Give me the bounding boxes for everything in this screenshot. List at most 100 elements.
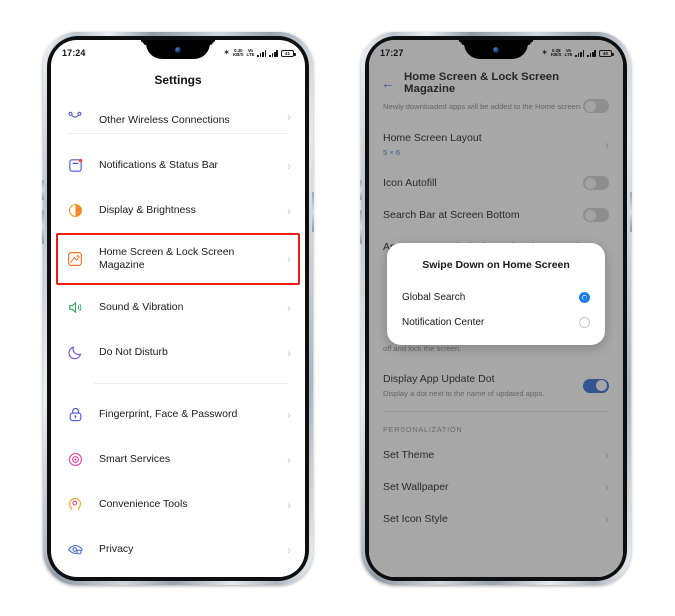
settings-row-fingerprint[interactable]: Fingerprint, Face & Password › bbox=[51, 392, 305, 437]
wireless-connections-icon bbox=[64, 105, 86, 124]
row-set-wallpaper[interactable]: Set Wallpaper › bbox=[369, 471, 623, 503]
row-title: Display App Update Dot bbox=[383, 373, 495, 385]
row-search-bar-bottom[interactable]: Search Bar at Screen Bottom bbox=[369, 199, 623, 231]
convenience-tools-icon bbox=[64, 494, 86, 516]
volte-icon: Vo LTE bbox=[246, 47, 255, 57]
toggle-search-bar[interactable] bbox=[583, 208, 609, 222]
row-display-app-update-dot[interactable]: Display App Update Dot Display a dot nex… bbox=[369, 363, 623, 408]
signal-bars-icon-right-2 bbox=[587, 49, 596, 57]
chevron-right-icon: › bbox=[287, 407, 291, 422]
row-set-icon-style[interactable]: Set Icon Style › bbox=[369, 503, 623, 535]
bluetooth-icon-right: ✶ bbox=[541, 48, 548, 57]
battery-icon-right: 40 bbox=[599, 49, 614, 57]
dialog-option-notification-center[interactable]: Notification Center bbox=[387, 310, 605, 335]
settings-row-do-not-disturb[interactable]: Do Not Disturb › bbox=[51, 330, 305, 375]
battery-icon: 41 bbox=[281, 49, 296, 57]
toggle-icon-autofill[interactable] bbox=[583, 176, 609, 190]
chevron-right-icon: › bbox=[605, 137, 609, 152]
toggle-app-update-dot[interactable] bbox=[583, 378, 609, 393]
radio-button-selected[interactable] bbox=[579, 292, 590, 303]
power-button[interactable] bbox=[312, 192, 314, 232]
left-status-bar: 17:24 ✶ 0.30 KB/S Vo LTE 41 bbox=[51, 40, 305, 66]
toggle-newly-downloaded[interactable] bbox=[583, 99, 609, 113]
sound-vibration-icon bbox=[64, 297, 86, 319]
settings-row-label: Convenience Tools bbox=[99, 498, 188, 510]
row-subtitle: Display a dot next to the name of update… bbox=[383, 389, 545, 398]
page-title: Settings bbox=[154, 73, 202, 87]
settings-row-convenience-tools[interactable]: Convenience Tools › bbox=[51, 482, 305, 527]
chevron-right-icon: › bbox=[287, 158, 291, 173]
section-divider bbox=[383, 411, 609, 412]
settings-row-label: Do Not Disturb bbox=[99, 346, 168, 358]
signal-bars-icon-2 bbox=[269, 49, 278, 57]
back-arrow-icon[interactable]: ← bbox=[381, 76, 395, 90]
do-not-disturb-icon bbox=[64, 342, 86, 364]
fingerprint-icon bbox=[64, 404, 86, 426]
volte-icon-right: Vo LTE bbox=[564, 47, 573, 57]
settings-row-label: Sound & Vibration bbox=[99, 301, 184, 313]
settings-row-label: Other Wireless Connections bbox=[99, 114, 230, 124]
settings-row-home-screen-magazine[interactable]: Home Screen & Lock Screen Magazine › bbox=[51, 233, 305, 285]
left-phone-screen: 17:24 ✶ 0.30 KB/S Vo LTE 41 Settings Oth… bbox=[51, 40, 305, 577]
row-title: Set Theme bbox=[383, 449, 435, 461]
chevron-right-icon: › bbox=[287, 542, 291, 557]
dialog-option-global-search[interactable]: Global Search bbox=[387, 285, 605, 310]
volume-up-button-right[interactable] bbox=[360, 180, 362, 200]
chevron-right-icon: › bbox=[287, 300, 291, 315]
row-value: 5 × 6 bbox=[383, 148, 401, 157]
row-title: Home Screen Layout bbox=[383, 132, 482, 144]
settings-row-notifications[interactable]: Notifications & Status Bar › bbox=[51, 143, 305, 188]
row-home-screen-layout[interactable]: Home Screen Layout 5 × 6 › bbox=[369, 122, 623, 167]
chevron-right-icon: › bbox=[287, 452, 291, 467]
row-newly-downloaded-apps: Newly downloaded apps will be added to t… bbox=[369, 99, 623, 122]
settings-list[interactable]: Other Wireless Connections › Notificatio… bbox=[51, 98, 305, 577]
page-title-right: Home Screen & Lock Screen Magazine bbox=[404, 71, 560, 95]
status-time: 17:24 bbox=[62, 48, 86, 58]
volume-down-button[interactable] bbox=[42, 210, 44, 244]
row-title: Icon Autofill bbox=[383, 177, 437, 189]
chevron-right-icon: › bbox=[605, 512, 609, 526]
section-header-personalization: PERSONALIZATION bbox=[383, 425, 463, 434]
row-subtitle: Newly downloaded apps will be added to t… bbox=[383, 102, 583, 111]
settings-row-sound[interactable]: Sound & Vibration › bbox=[51, 285, 305, 330]
settings-row-privacy[interactable]: Privacy › bbox=[51, 527, 305, 572]
settings-row-display[interactable]: Display & Brightness › bbox=[51, 188, 305, 233]
bluetooth-icon: ✶ bbox=[223, 48, 230, 57]
settings-row-label: Notifications & Status Bar bbox=[99, 159, 219, 171]
radio-button-unselected[interactable] bbox=[579, 317, 590, 328]
settings-row-other-wireless[interactable]: Other Wireless Connections › bbox=[51, 98, 305, 124]
row-set-theme[interactable]: Set Theme › bbox=[369, 439, 623, 471]
row-title: Set Wallpaper bbox=[383, 481, 449, 493]
right-phone-screen: 17:27 ✶ 0.38 KB/S Vo LTE 40 ← Home Scree… bbox=[369, 40, 623, 577]
signal-bars-icon bbox=[257, 49, 267, 57]
left-phone: 17:24 ✶ 0.30 KB/S Vo LTE 41 Settings Oth… bbox=[42, 32, 314, 585]
volume-down-button-right[interactable] bbox=[360, 210, 362, 244]
signal-bars-icon-right bbox=[575, 49, 585, 57]
right-phone: 17:27 ✶ 0.38 KB/S Vo LTE 40 ← Home Scree… bbox=[360, 32, 632, 585]
row-icon-autofill[interactable]: Icon Autofill bbox=[369, 167, 623, 199]
dialog-option-label: Notification Center bbox=[402, 317, 485, 328]
chevron-right-icon: › bbox=[287, 110, 291, 124]
settings-row-label: Smart Services bbox=[99, 453, 171, 465]
chevron-right-icon: › bbox=[605, 448, 609, 462]
settings-row-label: Fingerprint, Face & Password bbox=[99, 408, 238, 420]
settings-row-smart-services[interactable]: Smart Services › bbox=[51, 437, 305, 482]
power-button-right[interactable] bbox=[630, 192, 632, 232]
notifications-icon bbox=[64, 155, 86, 177]
settings-row-label: Home Screen & Lock Screen Magazine bbox=[99, 246, 235, 271]
volume-up-button[interactable] bbox=[42, 180, 44, 200]
chevron-right-icon: › bbox=[287, 345, 291, 360]
data-speed-indicator-right: 0.38 KB/S bbox=[551, 47, 562, 57]
home-screen-magazine-icon bbox=[64, 248, 86, 270]
swipe-down-dialog[interactable]: Swipe Down on Home Screen Global Search … bbox=[387, 243, 605, 345]
battery-level: 41 bbox=[285, 50, 290, 56]
chevron-right-icon: › bbox=[605, 480, 609, 494]
settings-row-label: Privacy bbox=[99, 543, 134, 555]
list-divider-2 bbox=[94, 383, 289, 384]
settings-row-label: Display & Brightness bbox=[99, 204, 196, 216]
list-divider bbox=[67, 133, 289, 134]
status-time-right: 17:27 bbox=[380, 48, 404, 58]
settings-row-location[interactable]: Location › bbox=[51, 572, 305, 577]
chevron-right-icon: › bbox=[287, 252, 291, 266]
row-title: Search Bar at Screen Bottom bbox=[383, 209, 520, 221]
